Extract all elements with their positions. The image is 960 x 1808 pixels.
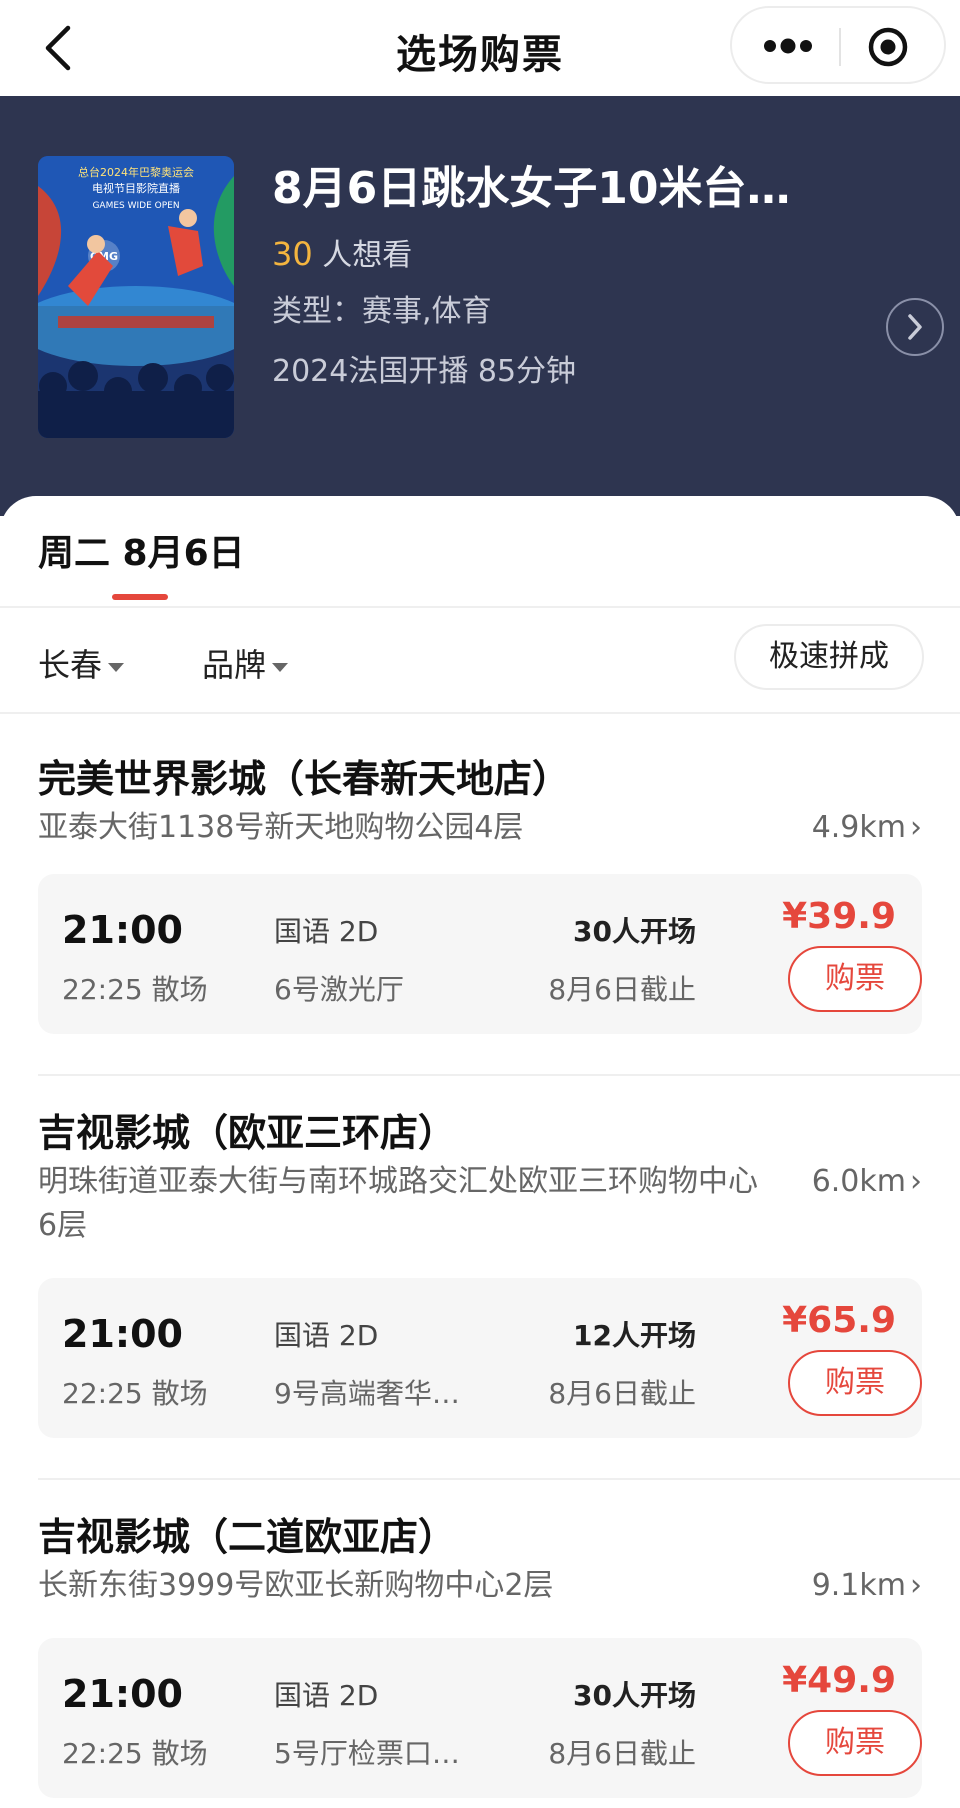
show-end-time: 22:25 散场: [62, 1377, 208, 1410]
cinema-item[interactable]: 吉视影城（二道欧亚店） 长新东街3999号欧亚长新购物中心2层 9.1km › 2…: [0, 1506, 960, 1808]
want-count: 30: [272, 235, 313, 273]
movie-info: 2024法国开播 85分钟: [272, 354, 577, 389]
poster-text-1: 总台2024年巴黎奥运会: [78, 165, 194, 179]
showtime-card[interactable]: 21:00 22:25 散场 国语 2D 6号激光厅 30人开场 8月6日截止 …: [38, 874, 922, 1034]
city-filter-label: 长春: [38, 646, 103, 684]
movie-genre: 类型：赛事,体育: [272, 294, 492, 329]
divider: [0, 606, 960, 608]
cinema-name: 吉视影城（二道欧亚店）: [38, 1515, 457, 1559]
cinema-name: 吉视影城（欧亚三环店）: [38, 1111, 457, 1155]
divider: [0, 712, 960, 714]
cinema-distance: 4.9km ›: [812, 806, 922, 850]
cinema-name: 完美世界影城（长春新天地店）: [38, 757, 571, 801]
movie-detail-button[interactable]: [886, 298, 944, 356]
showtime-card[interactable]: 21:00 22:25 散场 国语 2D 9号高端奢华… 12人开场 8月6日截…: [38, 1278, 922, 1438]
brand-filter-label: 品牌: [202, 646, 267, 684]
distance-value: 9.1km: [811, 1568, 906, 1603]
cinema-address: 长新东街3999号欧亚长新购物中心2层: [38, 1568, 554, 1603]
divider: [38, 1478, 960, 1480]
caret-down-icon: [272, 662, 289, 672]
show-price: ¥65.9: [782, 1300, 896, 1341]
show-hall: 9号高端奢华…: [274, 1377, 460, 1410]
capsule-divider: [839, 28, 841, 66]
poster-artwork: 总台2024年巴黎奥运会 电视节目影院直播 GAMES WIDE OPEN CM…: [38, 156, 234, 438]
distance-value: 4.9km: [811, 810, 906, 845]
showtime-card[interactable]: 21:00 22:25 散场 国语 2D 5号厅检票口… 30人开场 8月6日截…: [38, 1638, 922, 1798]
chevron-right-icon: ›: [910, 1568, 922, 1603]
cinema-address: 亚泰大街1138号新天地购物公园4层: [38, 810, 524, 845]
buy-ticket-button[interactable]: 购票: [788, 946, 922, 1012]
show-language: 国语 2D: [274, 915, 379, 948]
show-start-time: 21:00: [62, 1672, 183, 1716]
show-start-time: 21:00: [62, 1312, 183, 1356]
show-price: ¥39.9: [782, 896, 896, 937]
city-filter[interactable]: 长春: [38, 640, 125, 686]
min-people: 30人开场: [573, 915, 696, 948]
cinema-item[interactable]: 吉视影城（欧亚三环店） 明珠街道亚泰大街与南环城路交汇处欧亚三环购物中心6层 6…: [0, 1102, 960, 1482]
show-hall: 5号厅检票口…: [274, 1737, 460, 1770]
target-close-icon: [868, 27, 908, 67]
poster-text-2: 电视节目影院直播: [92, 181, 180, 195]
show-language: 国语 2D: [274, 1679, 379, 1712]
chevron-right-icon: [908, 314, 922, 340]
mini-program-capsule: [730, 6, 946, 84]
cinema-distance: 6.0km ›: [812, 1160, 922, 1204]
show-hall: 6号激光厅: [274, 973, 404, 1006]
top-nav-bar: 选场购票: [0, 0, 960, 96]
show-deadline: 8月6日截止: [548, 1377, 696, 1410]
chevron-right-icon: ›: [910, 810, 922, 845]
buy-ticket-button[interactable]: 购票: [788, 1710, 922, 1776]
cinema-distance: 9.1km ›: [812, 1564, 922, 1608]
more-button[interactable]: [750, 22, 826, 70]
poster-text-3: GAMES WIDE OPEN: [92, 201, 179, 211]
cinema-address: 明珠街道亚泰大街与南环城路交汇处欧亚三环购物中心6层: [38, 1164, 758, 1243]
close-mini-program-button[interactable]: [860, 20, 916, 74]
brand-filter[interactable]: 品牌: [202, 640, 289, 686]
distance-value: 6.0km: [811, 1164, 906, 1199]
tab-date[interactable]: 周二 8月6日: [38, 524, 245, 576]
more-dots-icon: [764, 38, 812, 54]
want-suffix: 人想看: [312, 238, 413, 273]
min-people: 12人开场: [573, 1319, 696, 1352]
movie-title: 8月6日跳水女子10米台…: [272, 163, 791, 214]
chevron-right-icon: ›: [910, 1164, 922, 1199]
show-start-time: 21:00: [62, 908, 183, 952]
movie-header: 总台2024年巴黎奥运会 电视节目影院直播 GAMES WIDE OPEN CM…: [0, 96, 960, 516]
divider: [38, 1074, 960, 1076]
show-end-time: 22:25 散场: [62, 1737, 208, 1770]
show-deadline: 8月6日截止: [548, 1737, 696, 1770]
cinema-item[interactable]: 完美世界影城（长春新天地店） 亚泰大街1138号新天地购物公园4层 4.9km ›…: [0, 748, 960, 1074]
show-language: 国语 2D: [274, 1319, 379, 1352]
showtimes-sheet: 周二 8月6日 长春 品牌 极速拼成 完美世界影城（长春新天地店） 亚泰大街11…: [0, 496, 960, 1808]
tab-active-indicator: [112, 594, 168, 600]
movie-poster[interactable]: 总台2024年巴黎奥运会 电视节目影院直播 GAMES WIDE OPEN CM…: [38, 156, 234, 438]
show-price: ¥49.9: [782, 1660, 896, 1701]
min-people: 30人开场: [573, 1679, 696, 1712]
show-end-time: 22:25 散场: [62, 973, 208, 1006]
show-deadline: 8月6日截止: [548, 973, 696, 1006]
caret-down-icon: [108, 662, 125, 672]
quick-group-button[interactable]: 极速拼成: [734, 624, 924, 690]
buy-ticket-button[interactable]: 购票: [788, 1350, 922, 1416]
want-to-watch: 30 人想看: [272, 230, 412, 274]
